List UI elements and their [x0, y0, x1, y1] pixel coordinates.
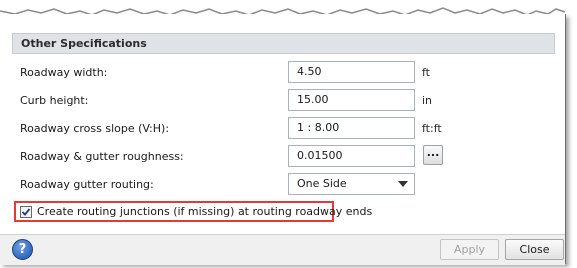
- curb-height-unit: in: [422, 94, 433, 107]
- gutter-routing-label: Roadway gutter routing:: [20, 178, 154, 191]
- curb-height-label: Curb height:: [20, 94, 89, 107]
- section-title: Other Specifications: [21, 37, 147, 50]
- routing-junctions-option: Create routing junctions (if missing) at…: [14, 201, 372, 222]
- close-button[interactable]: Close: [505, 239, 564, 260]
- curb-height-input[interactable]: 15.00: [288, 89, 415, 111]
- chevron-down-icon: [398, 181, 408, 187]
- routing-junctions-label[interactable]: Create routing junctions (if missing) at…: [37, 205, 372, 218]
- apply-button[interactable]: Apply: [440, 239, 499, 260]
- roughness-browse-button[interactable]: ...: [423, 145, 443, 165]
- cross-slope-label: Roadway cross slope (V:H):: [20, 122, 170, 135]
- roughness-input[interactable]: 0.01500: [288, 145, 415, 167]
- gutter-routing-value: One Side: [297, 177, 347, 190]
- section-header: Other Specifications: [12, 33, 555, 54]
- cross-slope-input[interactable]: 1 : 8.00: [288, 117, 415, 139]
- roadway-width-label: Roadway width:: [20, 66, 108, 79]
- roadway-width-unit: ft: [422, 66, 430, 79]
- routing-junctions-checkbox[interactable]: [20, 206, 32, 218]
- help-button[interactable]: ?: [12, 239, 33, 260]
- roadway-width-input[interactable]: 4.50: [288, 61, 415, 83]
- roughness-label: Roadway & gutter roughness:: [20, 150, 184, 163]
- gutter-routing-select[interactable]: One Side: [288, 173, 415, 195]
- checkmark-icon: [21, 208, 31, 216]
- cross-slope-unit: ft:ft: [422, 122, 442, 135]
